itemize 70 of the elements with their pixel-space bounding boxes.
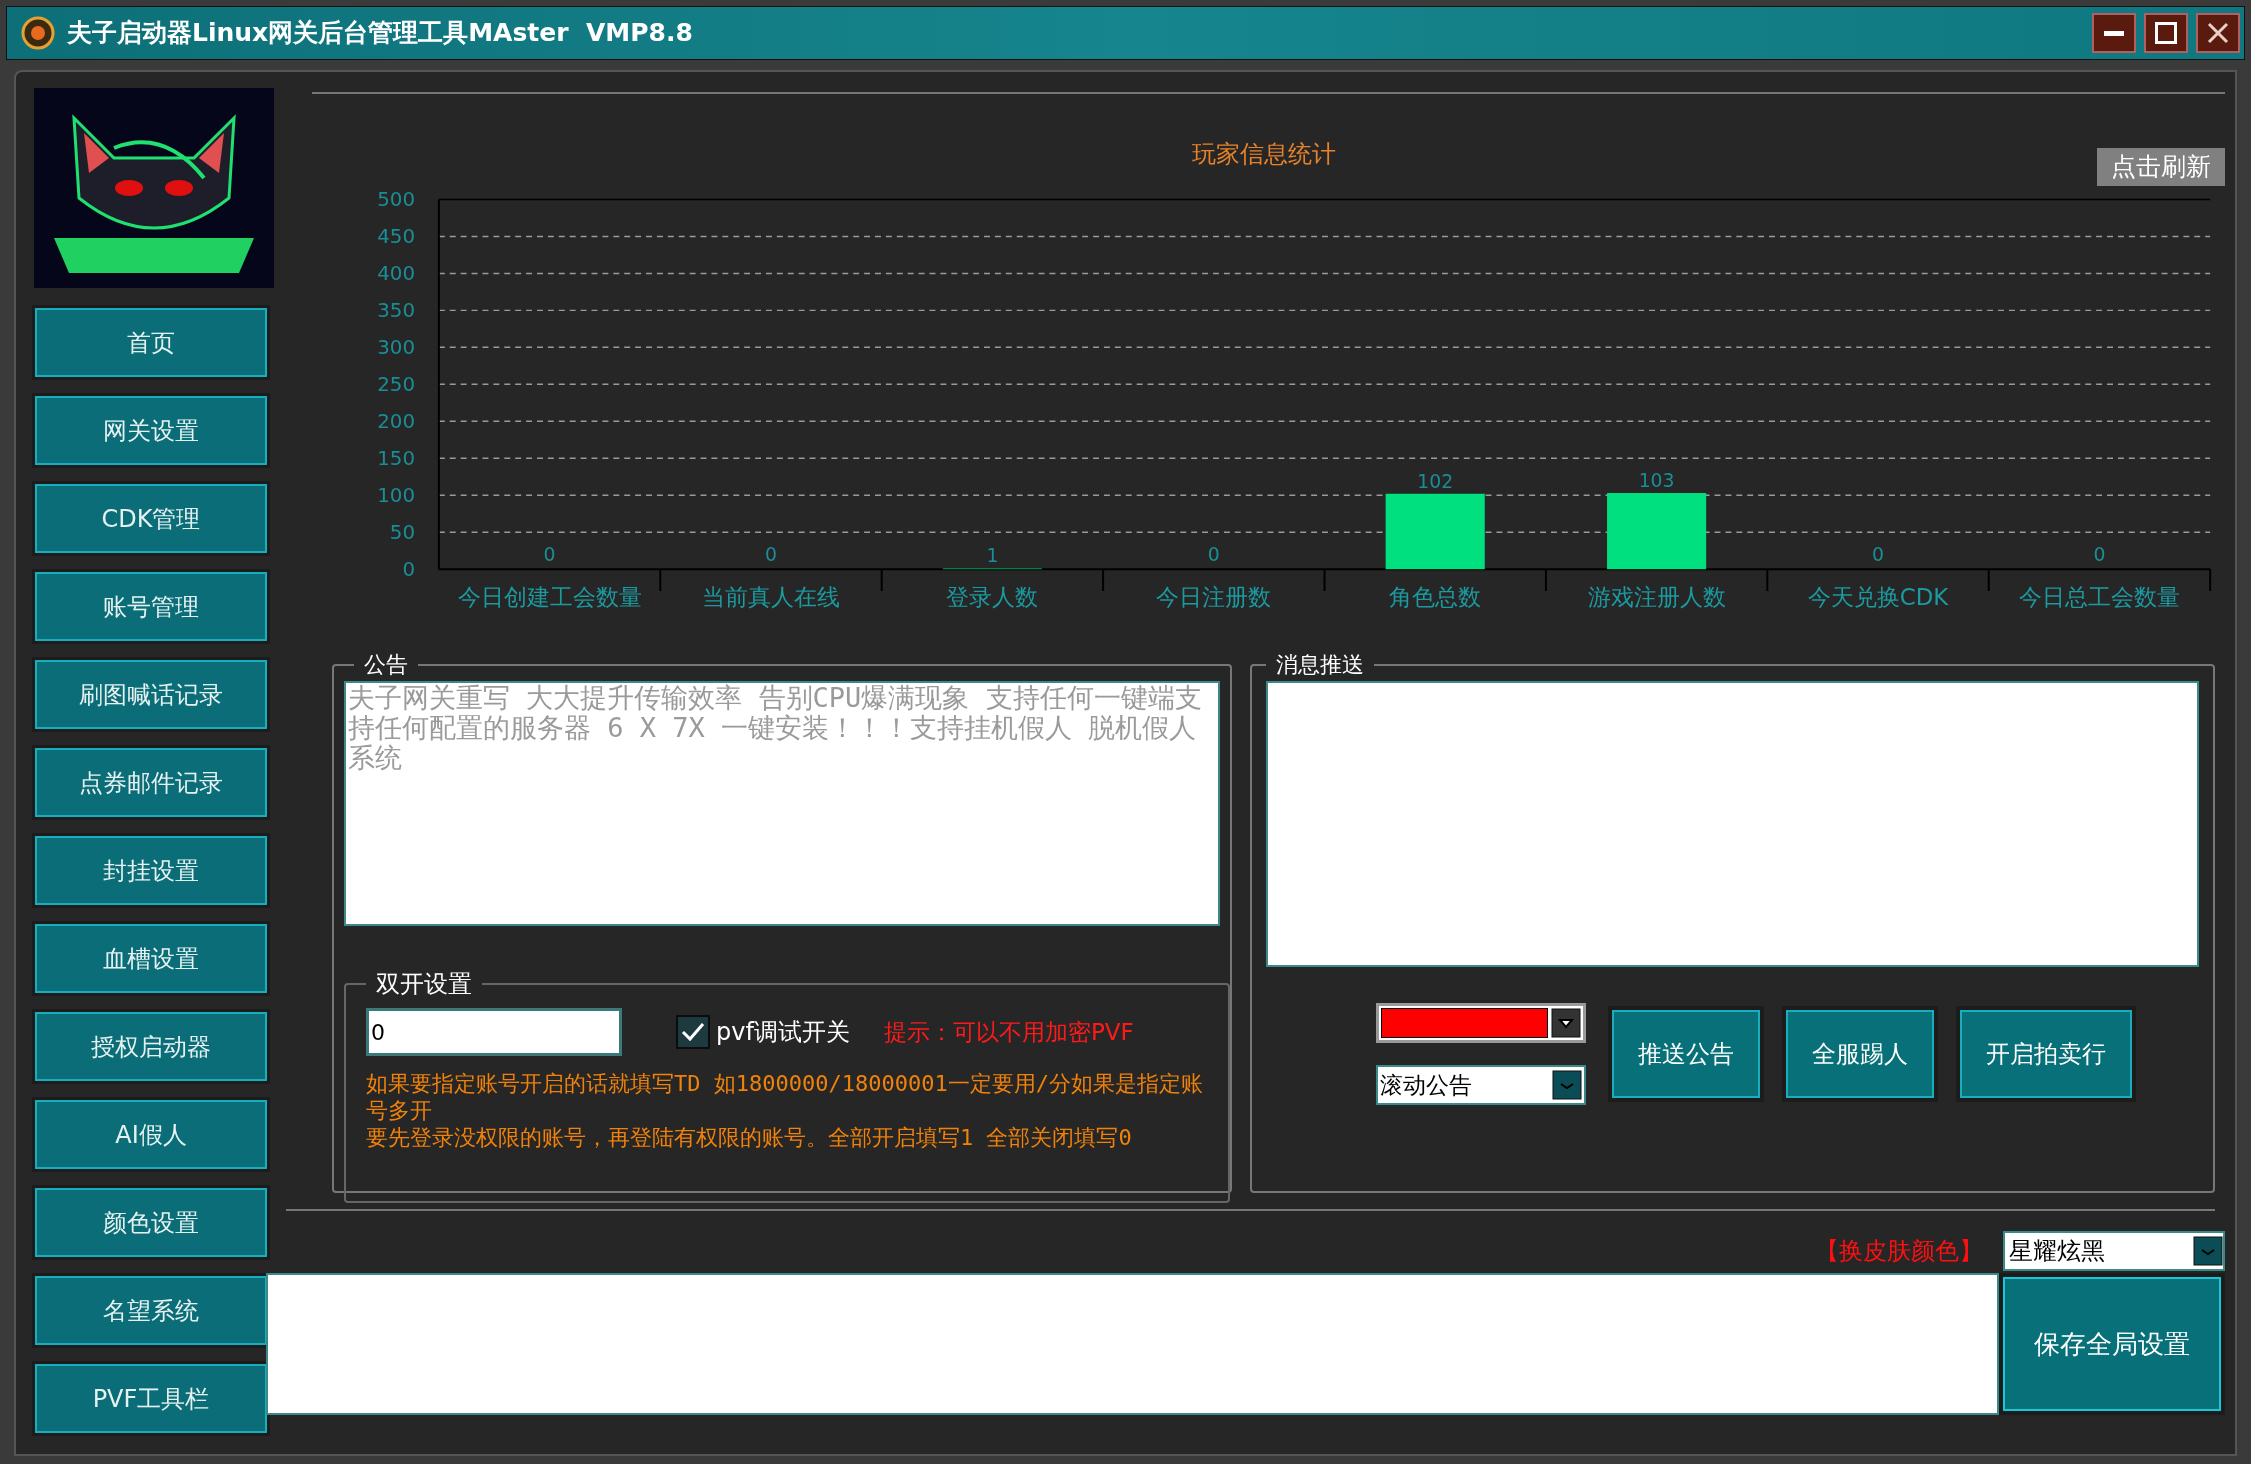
sidebar-item[interactable]: 点券邮件记录 xyxy=(32,745,270,820)
sidebar-item[interactable]: AI假人 xyxy=(32,1097,270,1172)
chart-title: 玩家信息统计 xyxy=(1191,139,1336,168)
sidebar-item[interactable]: 授权启动器 xyxy=(32,1009,270,1084)
skin-select[interactable]: 星耀炫黑 xyxy=(2003,1231,2225,1271)
y-tick-label: 350 xyxy=(377,299,416,323)
category-label: 今日总工会数量 xyxy=(2018,583,2180,610)
check-icon xyxy=(681,1022,705,1042)
y-tick-label: 250 xyxy=(377,373,416,397)
skin-label: 【换皮肤颜色】 xyxy=(1815,1236,1983,1267)
sidebar-item[interactable]: 网关设置 xyxy=(32,393,270,468)
bar-value-label: 1 xyxy=(986,545,999,567)
color-select[interactable] xyxy=(1376,1003,1586,1043)
bar-value-label: 0 xyxy=(1872,544,1884,566)
action-button[interactable]: 推送公告 xyxy=(1608,1006,1764,1102)
bar-value-label: 0 xyxy=(765,544,777,566)
bar-value-label: 102 xyxy=(1417,470,1454,492)
category-label: 游戏注册人数 xyxy=(1587,583,1726,610)
category-label: 角色总数 xyxy=(1389,583,1482,610)
y-tick-label: 300 xyxy=(377,336,416,360)
category-label: 今日创建工会数量 xyxy=(457,583,642,610)
bar-value-label: 103 xyxy=(1638,470,1675,492)
window-title: 夫子启动器Linux网关后台管理工具MAster VMP8.8 xyxy=(67,17,693,50)
group-label: 双开设置 xyxy=(375,969,473,1000)
y-tick-label: 200 xyxy=(377,410,416,434)
close-icon xyxy=(2207,22,2229,44)
maximize-button[interactable] xyxy=(2144,13,2188,53)
announcement-field[interactable]: 夫子网关重写 大大提升传输效率 告别CPU爆满现象 支持任何一键端支持任何配置的服务器 6 X 7X 一键安装！！！支持挂机假人 脱机假人系统 xyxy=(344,681,1220,926)
y-tick-label: 0 xyxy=(402,558,416,582)
pvf-debug-checkbox[interactable] xyxy=(676,1015,710,1049)
y-tick-label: 500 xyxy=(377,188,416,212)
checkbox-label: pvf调试开关 xyxy=(716,1017,850,1048)
category-label: 当前真人在线 xyxy=(702,583,840,610)
message-field[interactable] xyxy=(1266,681,2199,967)
y-tick-label: 100 xyxy=(377,484,416,508)
close-button[interactable] xyxy=(2196,13,2240,53)
instruction-text: 如果要指定账号开启的话就填写TD 如1800000/18000001一定要用/分如果是指定账号多开 xyxy=(366,1070,1204,1124)
sidebar-item[interactable]: 封挂设置 xyxy=(32,833,270,908)
sidebar-item[interactable]: 首页 xyxy=(32,305,270,380)
bar-value-label: 0 xyxy=(543,544,556,566)
group-label: 消息推送 xyxy=(1275,651,1365,679)
category-label: 登录人数 xyxy=(946,583,1039,610)
category-label: 今日注册数 xyxy=(1156,583,1272,610)
sidebar-item[interactable]: 账号管理 xyxy=(32,569,270,644)
type-select[interactable]: 滚动公告 xyxy=(1376,1065,1586,1105)
y-tick-label: 50 xyxy=(389,521,416,545)
instruction-text: 要先登录没权限的账号，再登陆有权限的账号。全部开启填写1 全部关闭填写0 xyxy=(366,1124,1133,1151)
category-label: 今天兑换CDK xyxy=(1807,583,1949,610)
sidebar-item[interactable]: 血槽设置 xyxy=(32,921,270,996)
maximize-icon xyxy=(2155,22,2177,44)
y-tick-label: 450 xyxy=(377,225,416,249)
bar-value-label: 0 xyxy=(2093,544,2106,566)
minimize-icon xyxy=(2104,30,2124,36)
hint-text: 提示：可以不用加密PVF xyxy=(883,1017,1134,1047)
action-button[interactable]: 全服踢人 xyxy=(1782,1006,1938,1102)
sidebar-item[interactable]: CDK管理 xyxy=(32,481,270,556)
app-logo-icon xyxy=(21,16,55,50)
save-button[interactable]: 保存全局设置 xyxy=(1999,1273,2225,1415)
sidebar-item[interactable]: 颜色设置 xyxy=(32,1185,270,1260)
y-tick-label: 150 xyxy=(377,447,416,471)
log-field[interactable] xyxy=(266,1273,1999,1415)
sidebar-item[interactable]: 刷图喊话记录 xyxy=(32,657,270,732)
sidebar-item[interactable]: PVF工具栏 xyxy=(32,1361,270,1436)
group-label: 公告 xyxy=(363,651,409,679)
refresh-button[interactable]: 点击刷新 xyxy=(2097,148,2225,186)
action-button[interactable]: 开启拍卖行 xyxy=(1956,1006,2136,1102)
account-input-field[interactable]: 0 xyxy=(366,1008,622,1056)
y-tick-label: 400 xyxy=(377,262,416,286)
minimize-button[interactable] xyxy=(2092,13,2136,53)
bar-value-label: 0 xyxy=(1207,544,1220,566)
